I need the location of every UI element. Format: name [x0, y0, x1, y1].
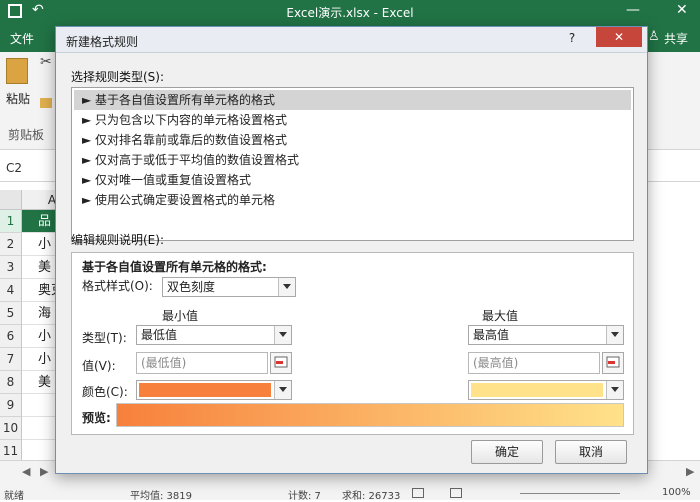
min-type-select[interactable]: 最低值 — [136, 325, 292, 345]
rule-type-item[interactable]: ► 只为包含以下内容的单元格设置格式 — [74, 110, 631, 130]
row-header[interactable]: 1 — [0, 210, 22, 233]
max-value-input[interactable]: (最高值) — [468, 352, 600, 374]
zoom-slider[interactable] — [520, 493, 620, 494]
min-type-value: 最低值 — [141, 328, 178, 342]
rule-type-item[interactable]: ► 仅对高于或低于平均值的数值设置格式 — [74, 150, 631, 170]
new-format-rule-dialog: 新建格式规则 ? ✕ 选择规则类型(S): ► 基于各自值设置所有单元格的格式 ►… — [55, 26, 648, 474]
row-header[interactable]: 6 — [0, 325, 22, 348]
min-color-swatch — [139, 383, 271, 397]
paste-icon[interactable] — [6, 58, 28, 84]
name-box[interactable]: C2 — [6, 161, 22, 175]
max-color-picker[interactable] — [468, 380, 624, 400]
min-value-range-picker-icon[interactable] — [270, 352, 292, 374]
row-header[interactable]: 4 — [0, 279, 22, 302]
format-painter-icon[interactable] — [40, 98, 52, 108]
dialog-title: 新建格式规则 — [66, 35, 139, 49]
rule-type-item[interactable]: ► 仅对排名靠前或靠后的数值设置格式 — [74, 130, 631, 150]
format-style-value: 双色刻度 — [167, 280, 216, 294]
value-label: 值(V): — [82, 359, 116, 373]
window-title: Excel演示.xlsx - Excel — [286, 6, 414, 20]
row-header[interactable]: 3 — [0, 256, 22, 279]
status-bar: 就绪 平均值: 3819 计数: 7 求和: 26733 100% — [0, 486, 700, 502]
dialog-close-button[interactable]: ✕ — [596, 27, 642, 47]
format-style-select[interactable]: 双色刻度 — [162, 277, 296, 297]
tab-file[interactable]: 文件 — [10, 30, 34, 47]
close-icon[interactable]: ✕ — [676, 2, 688, 18]
chevron-down-icon — [606, 326, 623, 344]
cancel-button[interactable]: 取消 — [555, 440, 627, 464]
rule-type-item[interactable]: ► 基于各自值设置所有单元格的格式 — [74, 90, 631, 110]
max-value-range-picker-icon[interactable] — [602, 352, 624, 374]
dialog-title-bar: 新建格式规则 ? ✕ — [56, 27, 647, 53]
rule-type-item[interactable]: ► 使用公式确定要设置格式的单元格 — [74, 190, 631, 210]
preview-gradient-bar — [116, 403, 624, 427]
next-sheet-icon[interactable]: ▶ — [40, 465, 48, 478]
preview-label: 预览: — [82, 411, 111, 425]
format-style-label: 格式样式(O): — [82, 279, 153, 293]
paste-label[interactable]: 粘贴 — [6, 90, 30, 107]
select-rule-type-label: 选择规则类型(S): — [71, 70, 165, 84]
edit-description-label: 编辑规则说明(E): — [71, 233, 164, 247]
page-layout-view-icon[interactable] — [450, 488, 462, 498]
min-value-input[interactable]: (最低值) — [136, 352, 268, 374]
edit-rule-panel: 基于各自值设置所有单元格的格式: 格式样式(O): 双色刻度 最小值 最大值 类… — [71, 252, 634, 435]
excel-title-bar: ↶ Excel演示.xlsx - Excel — ✕ — [0, 0, 700, 24]
row-header[interactable]: 9 — [0, 394, 22, 417]
rule-type-item[interactable]: ► 仅对唯一值或重复值设置格式 — [74, 170, 631, 190]
share-button[interactable]: 共享 — [664, 30, 688, 47]
type-label: 类型(T): — [82, 331, 127, 345]
max-type-value: 最高值 — [473, 328, 510, 342]
help-button[interactable]: ? — [558, 29, 586, 47]
row-header[interactable]: 5 — [0, 302, 22, 325]
max-header: 最大值 — [482, 309, 519, 323]
select-all-corner[interactable] — [0, 190, 22, 210]
chevron-down-icon — [274, 381, 291, 399]
rule-type-list[interactable]: ► 基于各自值设置所有单元格的格式 ► 只为包含以下内容的单元格设置格式 ► 仅对排… — [71, 87, 634, 241]
chevron-down-icon — [274, 326, 291, 344]
cut-icon[interactable]: ✂ — [40, 54, 52, 70]
clipboard-group-label: 剪贴板 — [8, 128, 45, 142]
minimize-icon[interactable]: — — [626, 2, 640, 18]
zoom-level[interactable]: 100% — [662, 487, 691, 498]
row-header[interactable]: 10 — [0, 417, 22, 440]
row-header[interactable]: 8 — [0, 371, 22, 394]
ok-button[interactable]: 确定 — [471, 440, 543, 464]
min-header: 最小值 — [162, 309, 199, 323]
scroll-right-icon[interactable]: ▶ — [686, 465, 694, 478]
color-label: 颜色(C): — [82, 385, 128, 399]
min-color-picker[interactable] — [136, 380, 292, 400]
row-header[interactable]: 2 — [0, 233, 22, 256]
user-icon[interactable]: ♙ — [648, 29, 660, 44]
max-color-swatch — [471, 383, 603, 397]
max-type-select[interactable]: 最高值 — [468, 325, 624, 345]
edit-heading: 基于各自值设置所有单元格的格式: — [82, 260, 267, 274]
chevron-down-icon — [278, 278, 295, 296]
row-header[interactable]: 7 — [0, 348, 22, 371]
normal-view-icon[interactable] — [412, 488, 424, 498]
prev-sheet-icon[interactable]: ◀ — [22, 465, 30, 478]
chevron-down-icon — [606, 381, 623, 399]
